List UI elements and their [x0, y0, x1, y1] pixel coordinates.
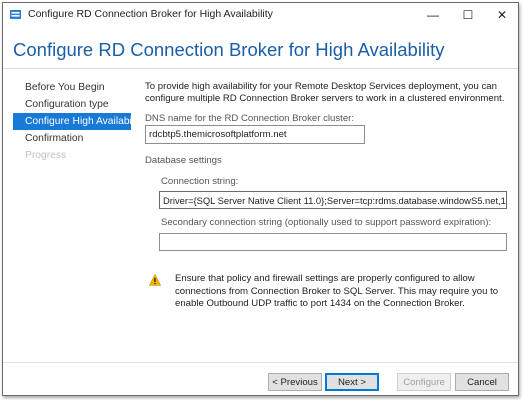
warning-message: Ensure that policy and firewall settings… [175, 273, 499, 309]
close-icon: ✕ [496, 8, 508, 22]
sidebar-item-confirmation[interactable]: Confirmation [13, 130, 131, 147]
connection-string-field[interactable]: Driver={SQL Server Native Client 11.0};S… [159, 191, 507, 209]
footer-divider [3, 362, 518, 363]
sidebar-item-configuration-type[interactable]: Configuration type [13, 96, 131, 113]
sidebar-item-before-you-begin[interactable]: Before You Begin [13, 79, 131, 96]
connection-string-label: Connection string: [161, 176, 239, 187]
minimize-icon: — [427, 8, 439, 22]
warning-icon [149, 274, 161, 286]
title-bar[interactable]: Configure RD Connection Broker for High … [3, 3, 518, 27]
intro-text: To provide high availability for your Re… [145, 81, 505, 104]
page-title: Configure RD Connection Broker for High … [13, 39, 445, 60]
cancel-button[interactable]: Cancel [455, 373, 509, 391]
dns-name-label: DNS name for the RD Connection Broker cl… [145, 113, 355, 124]
configure-button: Configure [397, 373, 451, 391]
dns-name-field[interactable]: rdcbtp5.themicrosoftplatform.net [145, 125, 365, 144]
close-button[interactable]: ✕ [485, 3, 519, 27]
maximize-icon: ☐ [462, 8, 474, 22]
secondary-connection-string-label: Secondary connection string (optionally … [161, 217, 492, 228]
dialog-window: Configure RD Connection Broker for High … [2, 2, 519, 396]
secondary-connection-string-field[interactable] [159, 233, 507, 251]
previous-button[interactable]: < Previous [268, 373, 322, 391]
next-button[interactable]: Next > [325, 373, 379, 391]
sidebar-item-configure-high-availability[interactable]: Configure High Availability [13, 113, 144, 130]
maximize-button[interactable]: ☐ [451, 3, 485, 27]
header-divider [3, 68, 518, 69]
wizard-sidebar: Before You Begin Configuration type Conf… [13, 79, 144, 164]
database-settings-label: Database settings [145, 155, 222, 166]
server-manager-icon [10, 10, 21, 19]
sidebar-item-progress: Progress [25, 150, 67, 161]
minimize-button[interactable]: — [416, 3, 450, 27]
window-title: Configure RD Connection Broker for High … [28, 8, 273, 20]
